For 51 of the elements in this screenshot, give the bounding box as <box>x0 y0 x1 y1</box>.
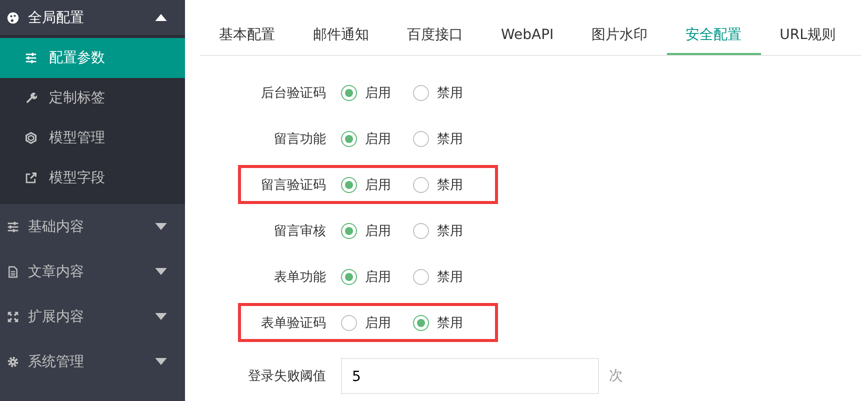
expand-icon <box>7 310 19 322</box>
sidebar-group[interactable]: 全局配置 <box>0 0 185 35</box>
cube-icon <box>25 132 37 144</box>
radio-option[interactable]: 启用 <box>341 84 391 102</box>
sidebar-group[interactable]: 基础内容 <box>0 204 185 249</box>
sidebar-item[interactable]: 配置参数 <box>0 38 185 78</box>
sidebar-item[interactable]: 定制标签 <box>0 78 185 118</box>
sidebar-group[interactable]: 系统管理 <box>0 339 185 384</box>
group-label: 系统管理 <box>28 352 85 370</box>
radio-option[interactable]: 禁用 <box>413 130 463 148</box>
unit-label: 次 <box>609 366 623 384</box>
tab[interactable]: WebAPI <box>482 15 573 55</box>
wrench-icon <box>25 92 37 104</box>
input-field[interactable]: 5 <box>341 358 599 394</box>
tab[interactable]: 邮件通知 <box>294 15 388 55</box>
tab[interactable]: 图片水印 <box>572 15 667 55</box>
palette-icon <box>7 12 19 24</box>
field-label: 表单功能 <box>273 268 327 286</box>
group-label: 扩展内容 <box>28 308 85 326</box>
radio-option[interactable]: 启用 <box>341 130 391 148</box>
radio-option[interactable]: 禁用 <box>413 268 463 286</box>
radio-option[interactable]: 禁用 <box>413 176 463 194</box>
sliders-icon <box>7 220 19 232</box>
radio-option[interactable]: 启用 <box>341 176 391 194</box>
sidebar-group[interactable]: 文章内容 <box>0 249 185 294</box>
radio-option[interactable]: 禁用 <box>413 222 463 240</box>
group-label: 全局配置 <box>28 8 85 26</box>
radio-option[interactable]: 禁用 <box>413 84 463 102</box>
group-label: 基础内容 <box>28 218 85 236</box>
tab[interactable]: 百度接口 <box>388 15 482 55</box>
sliders-icon <box>25 52 37 64</box>
field-label: 表单验证码 <box>260 314 327 332</box>
field-label: 后台验证码 <box>260 84 327 102</box>
tab[interactable]: 安全配置 <box>666 15 761 55</box>
external-link-icon <box>25 172 37 184</box>
field-label: 留言功能 <box>273 130 327 148</box>
radio-option[interactable]: 启用 <box>341 222 391 240</box>
radio-option[interactable]: 启用 <box>341 268 391 286</box>
sidebar-group[interactable]: 扩展内容 <box>0 294 185 339</box>
tab[interactable]: URL规则 <box>760 15 854 55</box>
tab[interactable]: 基本配置 <box>200 15 294 55</box>
group-label: 文章内容 <box>28 262 85 280</box>
sidebar-item[interactable]: 模型字段 <box>0 158 185 198</box>
gear-icon <box>7 356 19 368</box>
field-label: 留言验证码 <box>260 176 327 194</box>
field-label: 登录失败阈值 <box>247 368 327 384</box>
field-label: 留言审核 <box>273 222 327 240</box>
radio-option[interactable]: 启用 <box>341 314 391 332</box>
radio-option[interactable]: 禁用 <box>413 314 463 332</box>
document-icon <box>7 266 19 278</box>
sidebar-item[interactable]: 模型管理 <box>0 118 185 158</box>
